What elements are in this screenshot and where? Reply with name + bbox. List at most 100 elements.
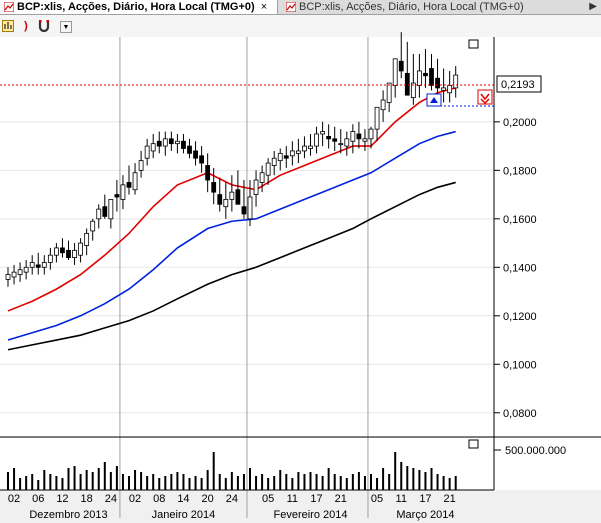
- candle-body: [423, 72, 428, 77]
- candle-body: [181, 140, 186, 149]
- month-label: Março 2014: [396, 509, 454, 521]
- candle-body: [114, 194, 120, 198]
- candle-body: [78, 242, 83, 256]
- candle-body: [277, 152, 283, 162]
- candle-body: [217, 194, 223, 205]
- candle-body: [295, 150, 301, 154]
- candle-body: [5, 274, 11, 280]
- candle-body: [29, 262, 35, 268]
- candle-body: [35, 264, 41, 268]
- date-tick-label: 21: [444, 493, 456, 505]
- volume-scale-label: 500.000.000: [505, 445, 566, 457]
- last-price-label: 0,2193: [501, 79, 535, 91]
- candle-body: [132, 172, 138, 191]
- date-tick-label: 08: [153, 493, 165, 505]
- candle-body: [320, 131, 326, 135]
- date-tick-label: 17: [310, 493, 322, 505]
- maximize-panel-icon[interactable]: [468, 39, 479, 49]
- candle-body: [308, 145, 313, 149]
- date-tick-label: 06: [32, 493, 44, 505]
- candle-body: [338, 143, 344, 146]
- price-tick-label: 0,1600: [503, 214, 537, 226]
- date-tick-label: 05: [262, 493, 274, 505]
- candle-body: [84, 232, 90, 246]
- candle-body: [90, 220, 96, 232]
- candle-body: [386, 82, 392, 103]
- maximize-volume-icon[interactable]: [468, 439, 479, 449]
- candle-body: [193, 150, 198, 159]
- chart-area[interactable]: 0,2000 0,1800 0,1600 0,1400 0,1200 0,1000 0,08…: [0, 0, 601, 523]
- candle-body: [72, 249, 77, 259]
- candle-body: [271, 157, 277, 166]
- candle-body: [356, 133, 362, 140]
- candle-body: [289, 150, 295, 157]
- candle-body: [404, 72, 410, 96]
- candle-body: [259, 172, 265, 183]
- candle-body: [211, 182, 217, 193]
- candle-body: [302, 145, 307, 152]
- candle-body: [429, 68, 434, 86]
- candle-body: [416, 70, 422, 86]
- candle-body: [350, 131, 356, 142]
- price-tick-label: 0,1200: [503, 311, 537, 323]
- price-tick-label: 0,0800: [503, 408, 537, 420]
- candle-body: [17, 269, 23, 275]
- candle-body: [187, 145, 192, 154]
- date-tick-label: 11: [287, 493, 298, 505]
- date-tick-label: 17: [419, 493, 431, 505]
- date-tick-label: 21: [335, 493, 347, 505]
- candle-body: [265, 162, 271, 176]
- candle-body: [60, 247, 65, 254]
- date-tick-label: 24: [105, 493, 117, 505]
- candle-body: [441, 87, 447, 91]
- candle-body: [138, 160, 144, 171]
- date-tick-label: 24: [226, 493, 238, 505]
- candle-body: [314, 133, 319, 147]
- date-tick-label: 12: [56, 493, 68, 505]
- month-label: Dezembro 2013: [29, 509, 107, 521]
- candle-body: [326, 135, 332, 140]
- candle-body: [398, 60, 404, 72]
- candle-body: [108, 199, 114, 220]
- date-tick-label: 20: [202, 493, 214, 505]
- candle-body: [283, 155, 289, 159]
- candle-body: [126, 182, 132, 188]
- candle-body: [47, 254, 53, 263]
- candle-body: [102, 206, 108, 217]
- candle-body: [247, 196, 253, 220]
- candle-body: [168, 138, 174, 145]
- time-axis: 02 06 12 18 24 02 08 14 20 24 05 11 17 21 05 11 17 21 Deze…: [8, 493, 456, 521]
- price-tick-label: 0,1400: [503, 262, 537, 274]
- candle-body: [332, 138, 338, 142]
- candle-body: [23, 266, 29, 273]
- date-tick-label: 02: [129, 493, 141, 505]
- candle-body: [253, 179, 259, 195]
- candle-body: [162, 138, 168, 147]
- candle-body: [235, 189, 241, 205]
- date-tick-label: 18: [81, 493, 93, 505]
- date-tick-label: 14: [177, 493, 189, 505]
- candle-body: [368, 128, 374, 140]
- price-tick-label: 0,1000: [503, 359, 537, 371]
- candle-body: [435, 77, 440, 89]
- candle-body: [447, 85, 453, 94]
- candle-body: [150, 143, 156, 152]
- candle-body: [344, 138, 350, 147]
- candle-body: [199, 155, 205, 164]
- candle-body: [66, 249, 71, 259]
- candle-body: [392, 58, 398, 86]
- month-label: Fevereiro 2014: [274, 509, 348, 521]
- date-tick-label: 11: [396, 493, 407, 505]
- candle-body: [11, 271, 17, 278]
- candle-body: [41, 262, 47, 268]
- candle-body: [144, 145, 150, 159]
- candle-body: [453, 74, 459, 89]
- candle-body: [229, 191, 235, 200]
- candle-body: [174, 140, 180, 145]
- price-tick-label: 0,2000: [503, 117, 537, 129]
- candle-body: [120, 184, 126, 200]
- candle-body: [362, 138, 368, 142]
- candle-body: [380, 99, 386, 111]
- candle-body: [205, 165, 211, 181]
- candle-body: [241, 206, 247, 215]
